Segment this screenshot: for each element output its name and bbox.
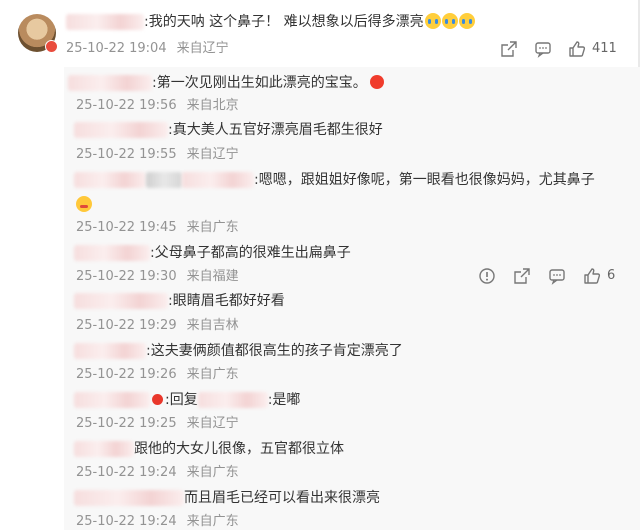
reply-location: 来自福建 xyxy=(186,269,239,284)
reply-item: :眼睛眉毛都好好看 xyxy=(74,291,285,311)
reply-date: 25-10-22 19:24 xyxy=(76,465,177,480)
share-icon[interactable] xyxy=(513,267,531,285)
like-count: 6 xyxy=(607,268,616,283)
username-redacted[interactable] xyxy=(74,172,146,188)
comment-location: 来自辽宁 xyxy=(176,41,229,56)
reply-item: :回复 :是嘟 xyxy=(74,390,300,410)
reply-meta: 25-10-22 19:56 来自北京 xyxy=(76,97,239,115)
reply-date: 25-10-22 19:30 xyxy=(76,269,177,284)
username-redacted[interactable] xyxy=(74,392,150,408)
reply-location: 来自广东 xyxy=(186,367,239,382)
reply-location: 来自北京 xyxy=(186,98,239,113)
reply-item: 而且眉毛已经可以看出来很漂亮 xyxy=(74,488,380,508)
reply-date: 25-10-22 19:25 xyxy=(76,416,177,431)
reply-item: :嗯嗯，跟姐姐好像呢，第一眼看也很像妈妈，尤其鼻子 xyxy=(74,170,595,190)
crying-emoji xyxy=(424,13,441,29)
like-count: 411 xyxy=(592,41,617,56)
username-redacted[interactable] xyxy=(146,172,182,188)
username-redacted[interactable] xyxy=(66,14,144,30)
username-redacted[interactable] xyxy=(74,293,168,309)
reply-text: :眼睛眉毛都好好看 xyxy=(168,293,285,309)
reply-date: 25-10-22 19:24 xyxy=(76,514,177,529)
reply-suffix: :是嘟 xyxy=(267,392,301,408)
username-redacted[interactable] xyxy=(74,441,134,457)
username-redacted[interactable] xyxy=(74,343,146,359)
username-redacted[interactable] xyxy=(74,245,150,261)
crying-emoji xyxy=(458,13,475,29)
reply-date: 25-10-22 19:26 xyxy=(76,367,177,382)
reply-location: 来自辽宁 xyxy=(186,147,239,162)
reply-meta: 25-10-22 19:25 来自辽宁 xyxy=(76,415,239,433)
share-icon[interactable] xyxy=(500,40,518,58)
reply-item: 跟他的大女儿很像，五官都很立体 xyxy=(74,439,344,459)
username-redacted[interactable] xyxy=(68,75,152,91)
reply-location: 来自吉林 xyxy=(186,318,239,333)
reply-text: :第一次见刚出生如此漂亮的宝宝。 xyxy=(152,75,367,91)
reply-item: :这夫妻俩颜值都很高生的孩子肯定漂亮了 xyxy=(74,341,403,361)
reply-text: 跟他的大女儿很像，五官都很立体 xyxy=(134,441,344,457)
comment-icon[interactable] xyxy=(548,267,566,285)
thumbs-up-icon[interactable] xyxy=(583,267,601,285)
reply-text: 而且眉毛已经可以看出来很漂亮 xyxy=(184,490,380,506)
reply-item: :真大美人五官好漂亮眉毛都生很好 xyxy=(74,120,383,140)
reply-text: :这夫妻俩颜值都很高生的孩子肯定漂亮了 xyxy=(146,343,403,359)
crying-emoji xyxy=(441,13,458,29)
cheer-emoji xyxy=(369,75,384,89)
reply-item: :第一次见刚出生如此漂亮的宝宝。 xyxy=(68,73,384,93)
reply-date: 25-10-22 19:55 xyxy=(76,147,177,162)
comment-date: 25-10-22 19:04 xyxy=(66,41,167,56)
reply-date: 25-10-22 19:45 xyxy=(76,220,177,235)
reply-meta: 25-10-22 19:30 来自福建 xyxy=(76,268,239,286)
reply-meta: 25-10-22 19:26 来自广东 xyxy=(76,366,239,384)
reply-item: :父母鼻子都高的很难生出扁鼻子 xyxy=(74,243,351,263)
report-icon[interactable] xyxy=(478,267,496,285)
reply-text: :嗯嗯，跟姐姐好像呢，第一眼看也很像妈妈，尤其鼻子 xyxy=(254,172,595,188)
reply-text: :真大美人五官好漂亮眉毛都生很好 xyxy=(168,122,383,138)
main-comment-text: :我的天呐 这个鼻子！ 难以想象以后得多漂亮 xyxy=(144,14,424,30)
reply-text: :父母鼻子都高的很难生出扁鼻子 xyxy=(150,245,351,261)
thumbs-up-icon[interactable] xyxy=(568,40,586,58)
comment-icon[interactable] xyxy=(534,40,552,58)
verified-badge xyxy=(45,40,58,53)
flushed-emoji xyxy=(76,196,92,212)
reply-date: 25-10-22 19:29 xyxy=(76,318,177,333)
main-comment: :我的天呐 这个鼻子！ 难以想象以后得多漂亮 xyxy=(66,12,475,32)
verified-badge xyxy=(152,394,163,405)
reply-meta: 25-10-22 19:29 来自吉林 xyxy=(76,317,239,335)
reply-location: 来自广东 xyxy=(186,514,239,529)
reply-meta: 25-10-22 19:45 来自广东 xyxy=(76,219,239,237)
username-redacted[interactable] xyxy=(74,122,168,138)
username-redacted[interactable] xyxy=(197,392,268,408)
username-redacted[interactable] xyxy=(182,172,254,188)
reply-meta: 25-10-22 19:24 来自广东 xyxy=(76,513,239,531)
reply-location: 来自广东 xyxy=(186,465,239,480)
reply-meta: 25-10-22 19:55 来自辽宁 xyxy=(76,146,239,164)
reply-meta: 25-10-22 19:24 来自广东 xyxy=(76,464,239,482)
reply-date: 25-10-22 19:56 xyxy=(76,98,177,113)
reply-location: 来自广东 xyxy=(186,220,239,235)
main-comment-meta: 25-10-22 19:04 来自辽宁 xyxy=(66,40,229,58)
username-redacted[interactable] xyxy=(74,490,184,506)
reply-location: 来自辽宁 xyxy=(186,416,239,431)
reply-prefix: :回复 xyxy=(165,392,198,408)
